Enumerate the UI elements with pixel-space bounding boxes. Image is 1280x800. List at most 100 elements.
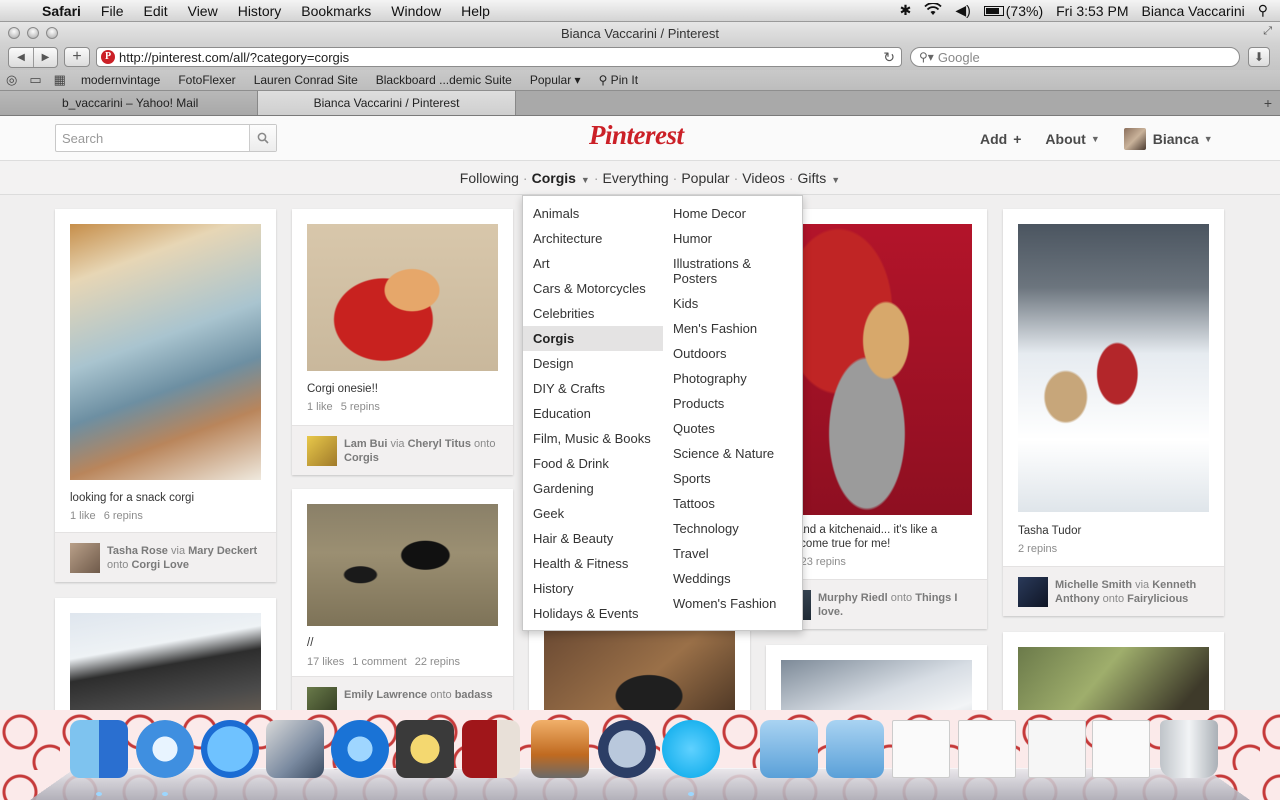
board-link[interactable]: Corgi Love xyxy=(131,559,188,571)
tab-pinterest[interactable]: Bianca Vaccarini / Pinterest xyxy=(258,91,516,115)
source-link[interactable]: Cheryl Titus xyxy=(408,438,471,450)
nav-gifts[interactable]: Gifts ▼ xyxy=(796,170,843,186)
category-holidays-events[interactable]: Holidays & Events xyxy=(523,601,663,626)
category-sports[interactable]: Sports xyxy=(663,466,803,491)
documents-folder-icon[interactable] xyxy=(826,720,884,778)
photo-booth-icon[interactable] xyxy=(462,720,520,778)
pinterest-search-input[interactable]: Search xyxy=(56,131,249,146)
category-history[interactable]: History xyxy=(523,576,663,601)
nav-everything[interactable]: Everything xyxy=(601,170,671,186)
category-design[interactable]: Design xyxy=(523,351,663,376)
comment-count[interactable]: 1 comment xyxy=(352,656,406,668)
spotlight-icon[interactable]: ⚲ xyxy=(1258,2,1268,19)
category-gardening[interactable]: Gardening xyxy=(523,476,663,501)
avatar[interactable] xyxy=(70,543,100,573)
volume-icon[interactable]: ◀) xyxy=(955,2,970,19)
pin-card[interactable]: Corgi onesie!! 1 like 5 repins Lam Bui v… xyxy=(292,209,513,475)
menu-view[interactable]: View xyxy=(178,3,228,19)
pin-image[interactable] xyxy=(70,224,261,480)
document-thumbnail-icon[interactable] xyxy=(892,720,950,778)
like-count[interactable]: 1 like xyxy=(307,401,333,413)
about-menu[interactable]: About ▼ xyxy=(1045,131,1099,147)
zoom-window-button[interactable] xyxy=(46,27,58,39)
pin-image[interactable] xyxy=(781,224,972,515)
pin-image[interactable] xyxy=(781,660,972,710)
forward-button[interactable]: ▶ xyxy=(33,48,57,67)
repin-count[interactable]: 23 repins xyxy=(801,556,846,568)
bookmark-popular-folder[interactable]: Popular ▾ xyxy=(521,73,590,87)
avatar[interactable] xyxy=(307,436,337,466)
category-womens-fashion[interactable]: Women's Fashion xyxy=(663,591,803,616)
category-geek[interactable]: Geek xyxy=(523,501,663,526)
category-products[interactable]: Products xyxy=(663,391,803,416)
minimize-window-button[interactable] xyxy=(27,27,39,39)
pin-image[interactable] xyxy=(307,224,498,371)
menu-app-name[interactable]: Safari xyxy=(38,3,91,19)
url-text[interactable]: http://pinterest.com/all/?category=corgi… xyxy=(119,50,349,65)
pin-card[interactable] xyxy=(55,598,276,710)
pinterest-logo[interactable]: Pinterest xyxy=(589,120,684,151)
menu-history[interactable]: History xyxy=(228,3,292,19)
category-travel[interactable]: Travel xyxy=(663,541,803,566)
pin-card[interactable]: // 17 likes 1 comment 22 repins Emily La… xyxy=(292,489,513,710)
category-science-nature[interactable]: Science & Nature xyxy=(663,441,803,466)
finder-icon[interactable] xyxy=(70,720,128,778)
pin-image[interactable] xyxy=(544,630,735,710)
category-illustrations-posters[interactable]: Illustrations & Posters xyxy=(663,251,803,291)
avatar[interactable] xyxy=(307,687,337,710)
category-humor[interactable]: Humor xyxy=(663,226,803,251)
category-health-fitness[interactable]: Health & Fitness xyxy=(523,551,663,576)
itunes-icon[interactable] xyxy=(331,720,389,778)
safari-icon[interactable] xyxy=(136,720,194,778)
pin-image[interactable] xyxy=(1018,224,1209,512)
bluetooth-icon[interactable]: ✱ xyxy=(900,2,912,19)
category-weddings[interactable]: Weddings xyxy=(663,566,803,591)
address-bar[interactable]: P http://pinterest.com/all/?category=cor… xyxy=(96,47,902,67)
new-tab-button[interactable]: + xyxy=(1264,95,1272,111)
pin-image[interactable] xyxy=(1018,647,1209,710)
category-kids[interactable]: Kids xyxy=(663,291,803,316)
reload-icon[interactable]: ↻ xyxy=(883,49,895,66)
pinner-link[interactable]: Tasha Rose xyxy=(107,545,168,557)
pin-card[interactable]: looking for a snack corgi 1 like 6 repin… xyxy=(55,209,276,582)
category-film-music-books[interactable]: Film, Music & Books xyxy=(523,426,663,451)
user-name[interactable]: Bianca Vaccarini xyxy=(1141,3,1244,19)
like-count[interactable]: 1 like xyxy=(70,510,96,522)
category-photography[interactable]: Photography xyxy=(663,366,803,391)
category-tattoos[interactable]: Tattoos xyxy=(663,491,803,516)
board-link[interactable]: Fairylicious xyxy=(1127,593,1188,605)
menu-file[interactable]: File xyxy=(91,3,134,19)
pin-image[interactable] xyxy=(70,613,261,710)
pin-card[interactable]: Tasha Tudor 2 repins Michelle Smith via … xyxy=(1003,209,1224,616)
repin-count[interactable]: 2 repins xyxy=(1018,543,1057,555)
pinterest-search-button[interactable] xyxy=(249,125,276,151)
menu-bookmarks[interactable]: Bookmarks xyxy=(291,3,381,19)
imovie-icon[interactable] xyxy=(396,720,454,778)
repin-count[interactable]: 22 repins xyxy=(415,656,460,668)
bookmark-blackboard[interactable]: Blackboard ...demic Suite xyxy=(367,73,521,87)
wifi-icon[interactable] xyxy=(924,1,942,19)
like-count[interactable]: 17 likes xyxy=(307,656,344,668)
google-search-field[interactable]: ⚲▾ Google xyxy=(910,47,1240,67)
pin-card[interactable] xyxy=(1003,632,1224,710)
category-food-drink[interactable]: Food & Drink xyxy=(523,451,663,476)
bookmark-pin-it[interactable]: ⚲ Pin It xyxy=(590,73,647,87)
pinner-link[interactable]: Emily Lawrence xyxy=(344,689,427,701)
keynote-icon[interactable] xyxy=(531,720,589,778)
source-link[interactable]: Mary Deckert xyxy=(188,545,257,557)
category-hair-beauty[interactable]: Hair & Beauty xyxy=(523,526,663,551)
bookmark-fotoflexer[interactable]: FotoFlexer xyxy=(169,73,244,87)
category-outdoors[interactable]: Outdoors xyxy=(663,341,803,366)
close-window-button[interactable] xyxy=(8,27,20,39)
applications-folder-icon[interactable] xyxy=(760,720,818,778)
repin-count[interactable]: 5 repins xyxy=(341,401,380,413)
category-technology[interactable]: Technology xyxy=(663,516,803,541)
bookmarks-book-icon[interactable]: ▭ xyxy=(23,72,47,88)
avatar[interactable] xyxy=(1018,577,1048,607)
nav-following[interactable]: Following xyxy=(458,170,521,186)
nav-category-corgis[interactable]: Corgis ▼ xyxy=(530,170,592,186)
top-sites-grid-icon[interactable]: ▦ xyxy=(48,72,72,88)
repin-count[interactable]: 6 repins xyxy=(104,510,143,522)
menu-window[interactable]: Window xyxy=(381,3,451,19)
bookmark-lauren-conrad[interactable]: Lauren Conrad Site xyxy=(245,73,367,87)
